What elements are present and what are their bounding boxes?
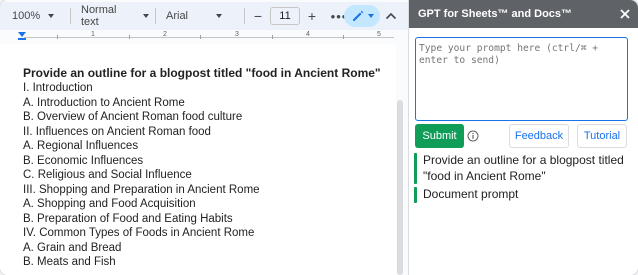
app-frame: 100% Normal text Arial − 11 + ••• 1 2 3 … (0, 0, 638, 275)
history-item[interactable]: Document prompt (414, 187, 632, 203)
document-line: IV. Common Types of Foods in Ancient Rom… (23, 227, 255, 239)
document-line: A. Regional Influences (23, 140, 139, 152)
document-line: B. Overview of Ancient Roman food cultur… (23, 111, 243, 123)
editing-mode-button[interactable] (344, 5, 380, 27)
decrease-font-size-button[interactable]: − (251, 9, 265, 23)
first-line-indent-handle[interactable] (18, 32, 26, 37)
document-heading: Provide an outline for a blogpost titled… (23, 66, 381, 80)
ruler: 1 2 3 4 5 (0, 31, 408, 42)
prompt-input-container (415, 37, 628, 121)
document-line: A. Grain and Bread (23, 241, 122, 254)
zoom-select[interactable]: 100% (12, 4, 64, 28)
ruler-number: 4 (306, 31, 310, 38)
increase-font-size-button[interactable]: + (305, 9, 319, 23)
submit-button[interactable]: Submit (415, 124, 464, 148)
chevron-down-icon (143, 14, 149, 18)
chevron-down-icon (216, 14, 223, 18)
gpt-side-panel: GPT for Sheets™ and Docs™ Submit Feedbac… (408, 0, 638, 275)
document-line: A. Shopping and Food Acquisition (23, 198, 196, 210)
panel-title: GPT for Sheets™ and Docs™ (418, 8, 573, 20)
left-indent-handle[interactable] (18, 38, 26, 40)
chevron-down-icon (48, 14, 55, 18)
paragraph-style-select[interactable]: Normal text (81, 4, 149, 28)
ruler-number: 5 (377, 31, 381, 38)
font-size-input[interactable]: 11 (270, 7, 300, 25)
prompt-history: Provide an outline for a blogpost titled… (414, 153, 632, 206)
document-line: II. Influences on Ancient Roman food (23, 125, 211, 138)
document-scrollbar[interactable] (397, 100, 403, 275)
feedback-button[interactable]: Feedback (509, 124, 569, 148)
panel-header: GPT for Sheets™ and Docs™ (409, 0, 638, 28)
paragraph-style-value: Normal text (81, 4, 117, 28)
toolbar-divider (155, 8, 156, 24)
document-line: III. Shopping and Preparation in Ancient… (23, 183, 260, 196)
ruler-number: 1 (91, 31, 95, 38)
ruler-number: 2 (163, 31, 167, 38)
zoom-value: 100% (12, 10, 41, 22)
ruler-tick (57, 35, 58, 39)
document-page[interactable]: Provide an outline for a blogpost titled… (0, 44, 396, 275)
ruler-number: 3 (235, 31, 239, 38)
ruler-tick (129, 35, 130, 39)
document-line: C. Religious and Social Influence (23, 169, 192, 181)
ruler-baseline (24, 37, 394, 38)
font-family-select[interactable]: Arial (166, 4, 238, 28)
info-icon[interactable] (467, 130, 479, 142)
tutorial-button[interactable]: Tutorial (577, 124, 627, 148)
history-item-text: Document prompt (423, 187, 519, 201)
document-body[interactable]: Provide an outline for a blogpost titled… (23, 66, 393, 270)
history-item-text: Provide an outline for a blogpost titled… (423, 153, 624, 183)
ruler-tick (200, 35, 201, 39)
history-item[interactable]: Provide an outline for a blogpost titled… (414, 153, 632, 184)
prompt-input[interactable] (416, 38, 627, 120)
docs-editor: 100% Normal text Arial − 11 + ••• 1 2 3 … (0, 0, 408, 275)
document-line: B. Economic Influences (23, 154, 144, 167)
toolbar-divider (244, 8, 245, 24)
docs-toolbar: 100% Normal text Arial − 11 + ••• (0, 2, 408, 30)
document-line: I. Introduction (23, 82, 93, 94)
toolbar-divider (70, 8, 71, 24)
ruler-tick (343, 35, 344, 39)
chevron-down-icon (367, 14, 374, 18)
ruler-tick (272, 35, 273, 39)
pencil-icon (352, 10, 363, 21)
document-line: B. Preparation of Food and Eating Habits (23, 212, 233, 225)
document-line: B. Meats and Fish (23, 256, 116, 268)
document-line: A. Introduction to Ancient Rome (23, 96, 185, 109)
font-family-value: Arial (166, 10, 189, 22)
collapse-toolbar-icon[interactable] (385, 11, 397, 21)
close-icon[interactable] (619, 8, 631, 20)
